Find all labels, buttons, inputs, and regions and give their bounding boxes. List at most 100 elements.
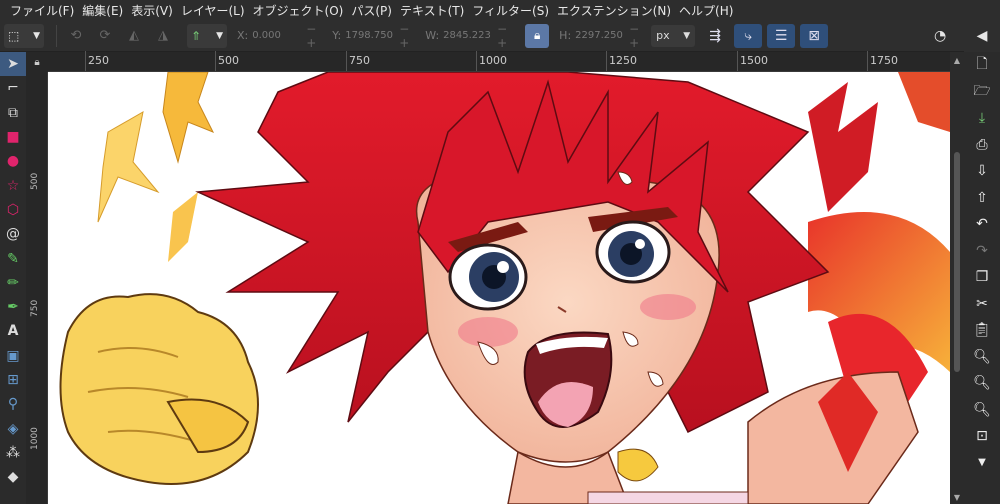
- menu-help[interactable]: ヘルプ(H): [675, 2, 737, 19]
- dropper-tool[interactable]: ⚲: [0, 392, 26, 416]
- export-button[interactable]: ⇧: [964, 185, 1000, 212]
- flip-horizontal-button[interactable]: ◭: [121, 24, 147, 48]
- pencil-tool[interactable]: ✏: [0, 271, 26, 295]
- unit-value: px: [656, 29, 670, 42]
- calligraphy-tool[interactable]: ✒: [0, 295, 26, 319]
- snap-icon[interactable]: ◔: [934, 28, 946, 44]
- printer-icon: ⎙: [976, 136, 988, 153]
- node-tool[interactable]: ⌐: [0, 76, 26, 100]
- menu-filter[interactable]: フィルター(S): [468, 2, 553, 19]
- ellipse-tool[interactable]: ●: [0, 149, 26, 173]
- text-tool[interactable]: A: [0, 319, 26, 343]
- horizontal-ruler[interactable]: 250 500 750 1000 1250 1500 1750: [48, 51, 950, 72]
- ruler-tick: [606, 51, 607, 71]
- x-field[interactable]: 0.000: [250, 25, 306, 47]
- tweak-tool[interactable]: ⁂: [0, 441, 26, 465]
- rect-tool[interactable]: ■: [0, 125, 26, 149]
- x-stepper[interactable]: −+: [306, 22, 328, 50]
- paste-button[interactable]: 📋︎: [964, 317, 1000, 344]
- paint-bucket-tool[interactable]: ◈: [0, 416, 26, 440]
- import-icon: ⇩: [976, 163, 988, 180]
- flip-vertical-button[interactable]: ◮: [150, 24, 176, 48]
- zoom-selection-button[interactable]: 🔍︎: [964, 344, 1000, 371]
- h-field[interactable]: 2297.250: [573, 25, 629, 47]
- rotate-cw-button[interactable]: ⟳: [92, 24, 118, 48]
- more-button[interactable]: ▼: [964, 450, 1000, 477]
- ruler-h-label: 1750: [870, 54, 898, 67]
- align-dropdown[interactable]: ⇑ ▼: [187, 23, 227, 48]
- dock-top: ◔ ◀: [934, 20, 1000, 52]
- raise-icon: ⇑: [191, 28, 202, 43]
- lightning-shape: [162, 72, 215, 164]
- open-button[interactable]: 🗁︎: [964, 79, 1000, 106]
- node-icon: ⌐: [7, 80, 19, 97]
- scroll-up-icon[interactable]: ▲: [950, 56, 964, 70]
- menu-text[interactable]: テキスト(T): [396, 2, 468, 19]
- zoom-page-button[interactable]: 🔍︎: [964, 397, 1000, 424]
- zoom-fit-button[interactable]: ⊡: [964, 423, 1000, 450]
- ruler-h-label: 1250: [609, 54, 637, 67]
- ruler-v-label: 750: [30, 299, 40, 317]
- y-stepper[interactable]: −+: [399, 22, 421, 50]
- vertical-ruler[interactable]: 500 750 1000: [26, 72, 48, 504]
- new-file-icon: 🗋︎: [976, 56, 988, 73]
- select-mode-dropdown[interactable]: ⬚ ▼: [4, 23, 44, 48]
- heart-brooch: [617, 448, 659, 482]
- menu-layer[interactable]: レイヤー(L): [177, 2, 249, 19]
- gradient-tool[interactable]: ▣: [0, 344, 26, 368]
- drawing-canvas[interactable]: [48, 72, 950, 504]
- new-document-button[interactable]: 🗋︎: [964, 52, 1000, 79]
- w-label: W:: [425, 29, 440, 42]
- eraser-tool[interactable]: ◆: [0, 465, 26, 489]
- selector-tool[interactable]: ➤: [0, 52, 26, 77]
- redo-button[interactable]: ↷: [964, 238, 1000, 265]
- flame-shape: [808, 82, 878, 212]
- print-button[interactable]: ⎙: [964, 132, 1000, 159]
- move-gradients-toggle[interactable]: ☰: [767, 23, 796, 48]
- scroll-down-icon[interactable]: ▼: [950, 493, 964, 502]
- import-button[interactable]: ⇩: [964, 158, 1000, 185]
- pen-tool[interactable]: ✎: [0, 246, 26, 270]
- menu-edit[interactable]: 編集(E): [78, 2, 127, 19]
- spiral-tool[interactable]: @: [0, 222, 26, 246]
- select-same-icon: ⬚: [8, 28, 20, 43]
- rectangle-icon: ■: [6, 129, 20, 146]
- menu-view[interactable]: 表示(V): [127, 2, 177, 19]
- h-stepper[interactable]: −+: [629, 22, 651, 50]
- save-button[interactable]: ⤓: [964, 105, 1000, 132]
- scale-stroke-toggle[interactable]: ⇶: [701, 24, 729, 48]
- mesh-tool[interactable]: ⊞: [0, 368, 26, 392]
- y-field[interactable]: 1798.750: [343, 25, 399, 47]
- undo-button[interactable]: ↶: [964, 211, 1000, 238]
- unit-select[interactable]: px ▼: [651, 24, 696, 47]
- divider: [56, 24, 57, 47]
- zoom-tool[interactable]: ⧉: [0, 101, 26, 125]
- ruler-tick: [85, 51, 86, 71]
- w-stepper[interactable]: −+: [497, 22, 519, 50]
- copy-button[interactable]: ❐: [964, 264, 1000, 291]
- scroll-thumb[interactable]: [954, 152, 960, 372]
- menu-file[interactable]: ファイル(F): [6, 2, 78, 19]
- star-tool[interactable]: ☆: [0, 173, 26, 197]
- menu-object[interactable]: オブジェクト(O): [249, 2, 348, 19]
- 3dbox-tool[interactable]: ⬡: [0, 198, 26, 222]
- zoom-drawing-button[interactable]: 🔍︎: [964, 370, 1000, 397]
- lock-guides-icon[interactable]: 🔒︎: [34, 57, 39, 68]
- scale-corners-toggle[interactable]: ⤷: [734, 23, 763, 48]
- blush: [458, 317, 518, 347]
- lock-ratio-button[interactable]: 🔒︎: [525, 23, 550, 48]
- w-field[interactable]: 2845.223: [441, 25, 497, 47]
- menu-extensions[interactable]: エクステンション(N): [553, 2, 675, 19]
- ruler-h-label: 750: [349, 54, 370, 67]
- ruler-v-label: 500: [30, 172, 40, 190]
- ruler-tick: [346, 51, 347, 71]
- cut-button[interactable]: ✂: [964, 291, 1000, 318]
- chevron-left-icon[interactable]: ◀: [977, 28, 988, 44]
- rotate-ccw-button[interactable]: ⟲: [63, 24, 89, 48]
- zoom-icon: 🔍︎: [973, 348, 991, 365]
- eye-highlight: [497, 261, 509, 273]
- move-patterns-toggle[interactable]: ⊠: [800, 23, 829, 48]
- menu-path[interactable]: パス(P): [347, 2, 396, 19]
- spray-icon: ⁂: [6, 444, 20, 461]
- vertical-scrollbar[interactable]: ▲ ▼: [950, 52, 964, 504]
